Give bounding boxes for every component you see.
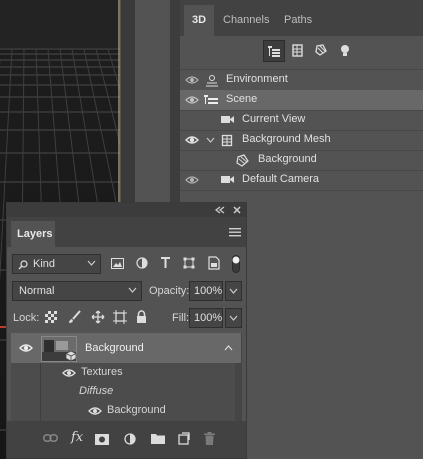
opacity-input[interactable]: 100%	[189, 281, 223, 301]
blend-mode-dropdown[interactable]: Normal	[12, 281, 142, 301]
camera-icon	[221, 116, 234, 123]
layers-footer: fx	[7, 421, 246, 458]
chevron-down-icon	[87, 260, 96, 266]
layers-panel-titlebar[interactable]	[7, 203, 246, 217]
scene-row-scene[interactable]: Scene	[180, 90, 423, 110]
scene-row-current-view[interactable]: Current View	[180, 110, 423, 130]
layers-tabbar: Layers	[7, 217, 246, 247]
fill-label: Fill:	[172, 312, 190, 324]
textures-row[interactable]: Textures	[11, 364, 241, 382]
whole-scene-filter-button[interactable]	[263, 40, 285, 62]
lock-image-pixels-icon[interactable]	[68, 310, 81, 324]
mesh-icon	[221, 134, 233, 147]
visibility-eye-icon[interactable]	[185, 175, 199, 185]
close-icon[interactable]	[233, 206, 241, 214]
visibility-eye-icon[interactable]	[185, 95, 199, 105]
smart-object-filter-icon[interactable]	[208, 256, 220, 270]
scene-row-background-mesh[interactable]: Background Mesh	[180, 130, 423, 150]
collapse-icon[interactable]	[215, 206, 225, 214]
chevron-up-icon[interactable]	[224, 345, 233, 351]
chevron-down-icon[interactable]	[206, 137, 215, 143]
environment-icon	[206, 75, 218, 87]
scene-icon	[204, 95, 218, 104]
scene-item-label: Background	[258, 153, 317, 165]
diffuse-row: Diffuse	[11, 383, 241, 401]
scene-row-default-camera[interactable]: Default Camera	[180, 170, 423, 190]
material-icon	[315, 44, 327, 56]
mesh-icon	[292, 44, 303, 57]
adjustment-layer-icon[interactable]	[124, 433, 136, 445]
scene-item-label: Current View	[242, 113, 306, 125]
diffuse-label: Diffuse	[79, 385, 114, 397]
lock-transparent-pixels-icon[interactable]	[45, 311, 57, 323]
lock-artboard-icon[interactable]	[113, 310, 127, 324]
tab-3d[interactable]: 3D	[184, 5, 215, 36]
add-mask-icon[interactable]	[95, 434, 109, 445]
shape-layer-filter-icon[interactable]	[183, 257, 195, 269]
fill-value: 100%	[194, 312, 223, 324]
scene-item-label: Environment	[226, 73, 288, 85]
layer-name: Background	[85, 342, 144, 354]
visibility-eye-icon[interactable]	[19, 343, 33, 353]
filter-kind-label: Kind	[33, 258, 56, 270]
lock-label: Lock:	[13, 312, 40, 324]
chevron-down-icon	[229, 315, 238, 321]
scene-row-environment[interactable]: Environment	[180, 70, 423, 90]
scene-row-background-material[interactable]: Background	[180, 150, 423, 170]
chevron-down-icon	[128, 287, 137, 293]
scene-item-label: Background Mesh	[242, 133, 331, 145]
trash-icon[interactable]	[204, 432, 215, 445]
meshes-filter-button[interactable]	[287, 40, 309, 62]
new-layer-icon[interactable]	[178, 432, 190, 445]
3d-layer-badge-icon	[65, 350, 77, 362]
lock-all-icon[interactable]	[136, 310, 147, 324]
opacity-label: Opacity:	[149, 285, 190, 297]
materials-filter-button[interactable]	[311, 40, 333, 62]
fill-dropdown-button[interactable]	[225, 308, 242, 328]
opacity-value: 100%	[194, 285, 223, 297]
blend-mode-value: Normal	[19, 285, 55, 297]
visibility-eye-icon[interactable]	[62, 368, 76, 378]
filter-toggle-switch[interactable]	[232, 255, 240, 273]
tab-paths[interactable]: Paths	[276, 5, 320, 36]
visibility-eye-icon[interactable]	[185, 75, 199, 85]
tab-channels[interactable]: Channels	[215, 5, 277, 36]
fill-input[interactable]: 100%	[189, 308, 223, 328]
diffuse-texture-row[interactable]: Background	[11, 402, 241, 420]
search-icon	[18, 260, 28, 270]
light-bulb-icon	[341, 45, 349, 56]
chevron-down-icon	[229, 288, 238, 294]
visibility-eye-icon[interactable]	[185, 135, 199, 145]
material-icon	[236, 154, 249, 167]
diffuse-texture-label: Background	[107, 404, 166, 416]
opacity-dropdown-button[interactable]	[225, 281, 242, 301]
3d-panel-tabbar: 3D Channels Paths	[180, 0, 423, 36]
textures-label: Textures	[81, 366, 123, 378]
lights-filter-button[interactable]	[335, 40, 357, 62]
row-divider	[180, 190, 423, 191]
type-layer-filter-icon[interactable]	[160, 257, 171, 269]
layer-row-background[interactable]: Background	[11, 333, 241, 363]
camera-icon	[221, 176, 234, 183]
link-layers-icon[interactable]	[43, 434, 58, 442]
layer-style-fx-icon[interactable]: fx	[71, 430, 83, 445]
scene-item-label: Scene	[226, 93, 258, 105]
new-group-folder-icon[interactable]	[151, 433, 165, 444]
adjustment-layer-filter-icon[interactable]	[136, 257, 148, 269]
scene-item-label: Default Camera	[242, 173, 320, 185]
3d-filter-toolbar	[180, 40, 423, 66]
pixel-layer-filter-icon[interactable]	[111, 258, 124, 269]
panel-menu-icon[interactable]	[229, 228, 241, 237]
layers-panel: Layers Kind Normal Opacity: 100% Lock: F…	[6, 202, 247, 459]
lock-position-icon[interactable]	[91, 310, 105, 324]
visibility-eye-icon[interactable]	[88, 406, 102, 416]
tab-layers[interactable]: Layers	[11, 221, 55, 247]
scene-tree-icon	[268, 46, 280, 57]
filter-kind-dropdown[interactable]: Kind	[12, 254, 101, 274]
